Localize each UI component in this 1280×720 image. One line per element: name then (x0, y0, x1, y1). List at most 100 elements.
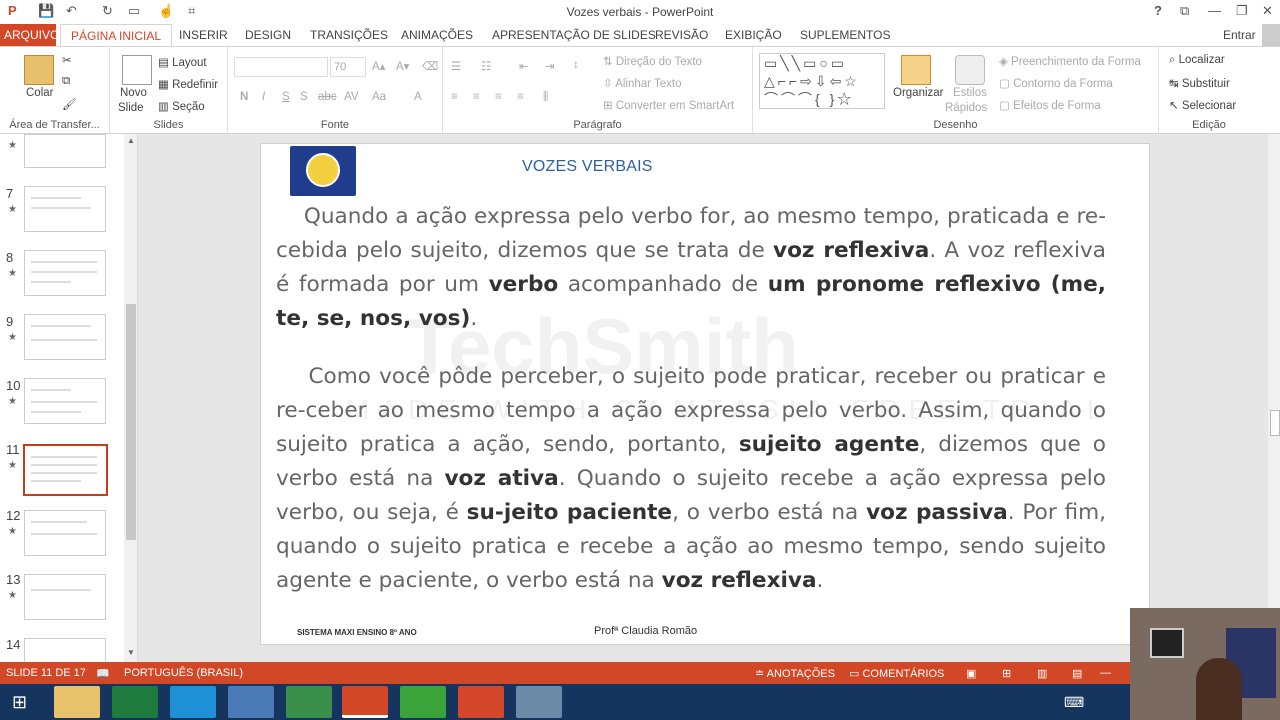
shadow-button[interactable]: S (300, 91, 308, 103)
scrollbar-thumb[interactable] (1270, 410, 1280, 436)
quick-styles-label-1[interactable]: Estilos (953, 87, 987, 99)
slide-thumbnail-10[interactable] (24, 378, 106, 424)
strikethrough-button[interactable]: abc (318, 91, 337, 103)
slide-thumbnail-7[interactable] (24, 186, 106, 232)
slide-sorter-icon[interactable]: ⊞ (1002, 667, 1011, 680)
tab-pagina-inicial[interactable]: PÁGINA INICIAL (60, 24, 173, 47)
copy-icon[interactable]: ⧉ (62, 75, 70, 88)
excel-icon[interactable] (112, 686, 158, 718)
change-case-button[interactable]: Aa (372, 91, 386, 103)
shrink-font-icon[interactable]: A▾ (396, 59, 409, 73)
reset-button[interactable]: ▦ Redefinir (158, 77, 218, 91)
font-size-input[interactable]: 70 (330, 57, 366, 77)
comments-button[interactable]: ▭ COMENTÁRIOS (849, 667, 944, 680)
reading-view-icon[interactable]: ▥ (1037, 667, 1047, 680)
slide-title[interactable]: VOZES VERBAIS (522, 158, 653, 176)
find-button[interactable]: ⌕ Localizar (1169, 54, 1225, 67)
maximize-icon[interactable]: ❐ (1236, 3, 1248, 19)
windows-start-icon[interactable]: ⊞ (0, 686, 46, 718)
replace-button[interactable]: ↹ Substituir (1169, 76, 1230, 90)
bullets-icon[interactable]: ☰ (451, 59, 461, 73)
notes-button[interactable]: ≐ ANOTAÇÕES (755, 667, 835, 680)
browser-icon[interactable] (228, 686, 274, 718)
new-slide-icon[interactable] (122, 55, 152, 85)
tab-suplementos[interactable]: SUPLEMENTOS (800, 28, 890, 42)
text-direction-button[interactable]: ⇅ Direção do Texto (603, 54, 702, 68)
quick-styles-label-2[interactable]: Rápidos (945, 102, 987, 114)
paste-icon[interactable] (24, 55, 54, 85)
shape-fill-button[interactable]: ◈ Preenchimento da Forma (999, 54, 1141, 68)
font-color-icon[interactable]: A (414, 91, 422, 103)
new-slide-label-1[interactable]: Novo (120, 87, 147, 99)
increase-indent-icon[interactable]: ⇥ (545, 59, 555, 73)
align-text-button[interactable]: ⇳ Alinhar Texto (603, 76, 681, 90)
grow-font-icon[interactable]: A▴ (372, 59, 385, 73)
slide-thumbnail-8[interactable] (24, 250, 106, 296)
slide-scrollbar[interactable] (1268, 134, 1280, 662)
columns-icon[interactable]: ⫼ (543, 91, 548, 104)
file-explorer-icon[interactable] (54, 686, 100, 718)
align-center-icon[interactable]: ≡ (473, 91, 480, 103)
paragraph-reflexive-voice[interactable]: Quando a ação expressa pelo verbo for, a… (276, 200, 1106, 336)
align-right-icon[interactable]: ≡ (495, 91, 502, 103)
line-spacing-icon[interactable]: ↕ (573, 59, 579, 71)
new-slide-label-2[interactable]: Slide (118, 102, 144, 114)
slide-thumbnail-11[interactable] (23, 444, 108, 496)
normal-view-icon[interactable]: ▣ (966, 667, 976, 680)
shape-outline-button[interactable]: ▢ Contorno da Forma (999, 76, 1113, 90)
scroll-up-icon[interactable]: ▲ (127, 136, 135, 145)
help-icon[interactable]: ? (1154, 3, 1162, 18)
tab-exibicao[interactable]: EXIBIÇÃO (725, 28, 782, 42)
align-left-icon[interactable]: ≡ (451, 91, 458, 103)
clear-format-icon[interactable]: ⌫ (422, 59, 438, 73)
shape-effects-button[interactable]: ▢ Efeitos de Forma (999, 98, 1101, 112)
thumbnails-scrollbar[interactable]: ▲ ▼ (124, 134, 137, 662)
tab-inserir[interactable]: INSERIR (179, 28, 228, 42)
arrange-button[interactable]: Organizar (893, 87, 944, 99)
sign-in-link[interactable]: Entrar (1223, 28, 1256, 42)
tab-transicoes[interactable]: TRANSIÇÕES (310, 28, 388, 42)
minimize-icon[interactable]: — (1208, 3, 1221, 18)
slide-thumbnail-14[interactable] (24, 638, 106, 662)
zoom-slider[interactable]: — (1100, 667, 1111, 679)
format-painter-icon[interactable]: 🖌 (62, 97, 77, 111)
tab-arquivo[interactable]: ARQUIVO (0, 24, 59, 46)
quick-styles-icon[interactable] (955, 55, 985, 85)
camtasia-studio-icon[interactable] (458, 686, 504, 718)
cut-icon[interactable]: ✂ (62, 53, 72, 67)
underline-button[interactable]: S (282, 91, 290, 103)
font-name-input[interactable] (234, 57, 328, 77)
select-button[interactable]: ↖ Selecionar (1169, 98, 1236, 112)
paragraph-voices-summary[interactable]: Como você pôde perceber, o sujeito pode … (276, 360, 1106, 598)
chrome-icon[interactable] (286, 686, 332, 718)
scrollbar-thumb[interactable] (126, 304, 136, 540)
snipping-tool-icon[interactable] (516, 686, 562, 718)
paste-button[interactable]: Colar (26, 87, 53, 99)
powerpoint-taskbar-icon[interactable] (342, 686, 388, 718)
tab-animacoes[interactable]: ANIMAÇÕES (401, 28, 473, 42)
ribbon-display-options-icon[interactable]: ⧉ (1180, 3, 1189, 19)
slide-thumbnail-9[interactable] (24, 314, 106, 360)
camtasia-recorder-icon[interactable] (400, 686, 446, 718)
keyboard-icon[interactable]: ⌨ (1060, 686, 1090, 718)
numbering-icon[interactable]: ☷ (481, 59, 491, 73)
italic-button[interactable]: I (262, 91, 265, 103)
shapes-gallery[interactable]: ▭╲╲▭○▭ △⌐⌐⇨⇩⇦☆ ⌒⌒⌒{ }☆ (759, 53, 885, 109)
tab-apresentacao[interactable]: APRESENTAÇÃO DE SLIDES (492, 28, 656, 42)
close-icon[interactable]: ✕ (1262, 3, 1273, 19)
avatar[interactable] (1262, 24, 1280, 46)
section-button[interactable]: ▥ Seção (158, 99, 205, 113)
slide[interactable]: VOZES VERBAIS TechSmith MADE WITH CAMTAS… (260, 143, 1150, 645)
layout-button[interactable]: ▤ Layout (158, 55, 207, 69)
slide-thumbnail-6[interactable] (24, 134, 106, 168)
slide-thumbnail-12[interactable] (24, 510, 106, 556)
tab-design[interactable]: DESIGN (245, 28, 291, 42)
slideshow-view-icon[interactable]: ▤ (1072, 667, 1082, 680)
spellcheck-icon[interactable]: 📖 (96, 667, 110, 680)
char-spacing-button[interactable]: AV (344, 91, 359, 103)
language-indicator[interactable]: PORTUGUÊS (BRASIL) (124, 667, 243, 679)
arrange-icon[interactable] (901, 55, 931, 85)
decrease-indent-icon[interactable]: ⇤ (519, 59, 529, 73)
justify-icon[interactable]: ≡ (517, 91, 524, 103)
bold-button[interactable]: N (240, 91, 248, 103)
